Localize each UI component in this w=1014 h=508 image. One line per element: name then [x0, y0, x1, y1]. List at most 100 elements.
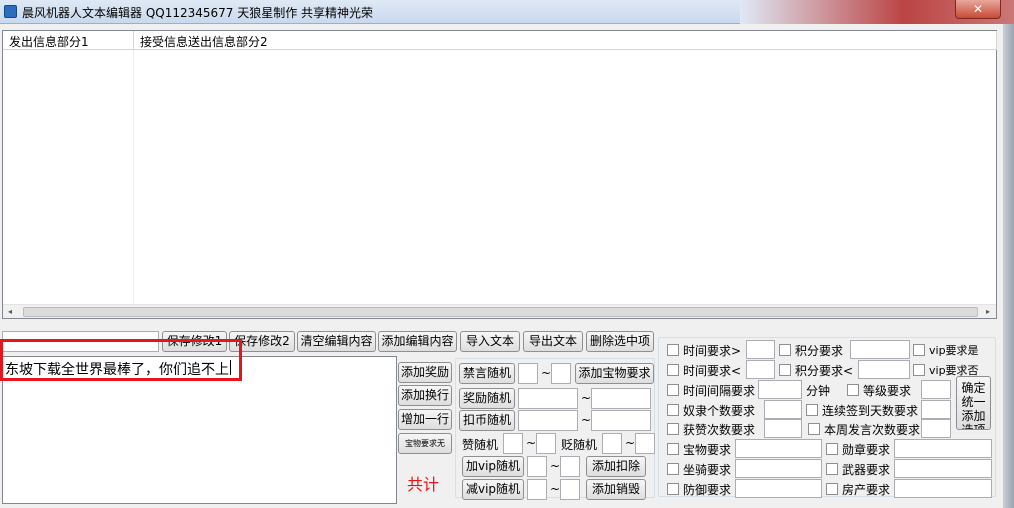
medal-input[interactable] [894, 439, 992, 458]
add-vip-max-input[interactable] [560, 456, 580, 477]
add-deduct-button[interactable]: 添加扣除 [586, 456, 646, 477]
window-title: 晨风机器人文本编辑器 QQ112345677 天狼星制作 共享精神光荣 [22, 6, 374, 20]
weapon-label: 武器要求 [842, 463, 891, 477]
minutes-label: 分钟 [806, 384, 831, 398]
close-button[interactable]: ✕ [955, 0, 1001, 19]
horizontal-scrollbar[interactable]: ◂ ▸ [3, 304, 996, 318]
points-req-checkbox[interactable] [779, 344, 791, 356]
week-posts-input[interactable] [921, 419, 951, 438]
add-line-button[interactable]: 增加一行 [398, 409, 452, 430]
reward-max-input[interactable] [591, 388, 651, 409]
add-content-button[interactable]: 添加编辑内容 [378, 331, 457, 352]
app-icon [4, 5, 17, 18]
message-list[interactable]: 发出信息部分1 接受信息送出信息部分2 ◂ ▸ [2, 30, 997, 319]
import-text-button[interactable]: 导入文本 [460, 331, 520, 352]
vip-yes-checkbox[interactable] [913, 344, 925, 356]
sub-vip-max-input[interactable] [560, 479, 580, 500]
deduct-min-input[interactable] [518, 410, 578, 431]
reward-min-input[interactable] [518, 388, 578, 409]
export-text-button[interactable]: 导出文本 [523, 331, 583, 352]
slave-count-label: 奴隶个数要求 [683, 404, 756, 418]
range-tilde: ~ [550, 459, 561, 473]
confirm-add-options-button[interactable]: 确定统一添加选项 [956, 376, 991, 430]
signin-days-label: 连续签到天数要求 [822, 404, 919, 418]
reward-random-button[interactable]: 奖励随机 [459, 388, 515, 409]
column-divider [996, 31, 997, 50]
defense-checkbox[interactable] [667, 483, 679, 495]
time-lt-checkbox[interactable] [667, 364, 679, 376]
treasure-input[interactable] [735, 439, 822, 458]
interval-label: 时间间隔要求 [683, 384, 756, 398]
column-header-receive[interactable]: 接受信息送出信息部分2 [140, 33, 268, 50]
signin-days-input[interactable] [921, 400, 951, 419]
time-gt-checkbox[interactable] [667, 344, 679, 356]
deduct-max-input[interactable] [591, 410, 651, 431]
sub-vip-min-input[interactable] [527, 479, 547, 500]
scroll-right-icon[interactable]: ▸ [981, 305, 995, 319]
points-req-label: 积分要求 [795, 344, 844, 358]
time-lt-input[interactable] [746, 360, 775, 379]
column-header-send[interactable]: 发出信息部分1 [9, 33, 89, 50]
range-tilde: ~ [581, 391, 592, 405]
week-posts-checkbox[interactable] [808, 423, 820, 435]
time-gt-label: 时间要求> [683, 344, 742, 358]
interval-checkbox[interactable] [667, 384, 679, 396]
sub-vip-random-button[interactable]: 减vip随机 [462, 479, 524, 500]
vip-no-checkbox[interactable] [913, 364, 925, 376]
property-checkbox[interactable] [826, 483, 838, 495]
slave-count-input[interactable] [764, 400, 802, 419]
time-gt-input[interactable] [746, 340, 775, 359]
signin-days-checkbox[interactable] [806, 404, 818, 416]
time-lt-label: 时间要求< [683, 364, 742, 378]
total-label: 共计 [407, 475, 440, 494]
add-newline-button[interactable]: 添加换行 [398, 385, 452, 406]
property-input[interactable] [894, 479, 992, 498]
defense-input[interactable] [735, 479, 822, 498]
range-tilde: ~ [581, 413, 592, 427]
points-lt-input[interactable] [858, 360, 910, 379]
clear-editor-button[interactable]: 清空编辑内容 [297, 331, 376, 352]
praise-min-input[interactable] [503, 433, 523, 454]
add-treasure-req-button[interactable]: 添加宝物要求 [575, 363, 654, 384]
mount-checkbox[interactable] [667, 463, 679, 475]
column-divider[interactable] [133, 31, 134, 50]
level-req-label: 等级要求 [863, 384, 912, 398]
level-req-checkbox[interactable] [847, 384, 859, 396]
weapon-checkbox[interactable] [826, 463, 838, 475]
vip-yes-label: vip要求是 [929, 344, 979, 357]
ban-min-input[interactable] [518, 363, 538, 384]
range-tilde: ~ [526, 436, 537, 450]
slave-count-checkbox[interactable] [667, 404, 679, 416]
treasure-none-button[interactable]: 宝物要求无 [398, 433, 452, 454]
scroll-left-icon[interactable]: ◂ [3, 305, 17, 319]
demote-max-input[interactable] [635, 433, 655, 454]
praise-max-input[interactable] [536, 433, 556, 454]
praise-random-label: 赞随机 [462, 438, 499, 452]
add-reward-button[interactable]: 添加奖励 [398, 362, 452, 383]
points-lt-checkbox[interactable] [779, 364, 791, 376]
property-label: 房产要求 [842, 483, 891, 497]
delete-selected-button[interactable]: 删除选中项 [586, 331, 654, 352]
mount-input[interactable] [735, 459, 822, 478]
ban-random-button[interactable]: 禁言随机 [459, 363, 515, 384]
add-destroy-button[interactable]: 添加销毁 [586, 479, 646, 500]
add-vip-random-button[interactable]: 加vip随机 [462, 456, 524, 477]
treasure-checkbox[interactable] [667, 443, 679, 455]
praise-count-checkbox[interactable] [667, 423, 679, 435]
ban-max-input[interactable] [551, 363, 571, 384]
deduct-coin-random-button[interactable]: 扣币随机 [459, 410, 515, 431]
interval-input[interactable] [758, 380, 802, 399]
grid-line [133, 50, 134, 305]
defense-label: 防御要求 [683, 483, 732, 497]
weapon-input[interactable] [894, 459, 992, 478]
add-vip-min-input[interactable] [527, 456, 547, 477]
praise-count-input[interactable] [764, 419, 802, 438]
medal-label: 勋章要求 [842, 443, 891, 457]
list-header: 发出信息部分1 接受信息送出信息部分2 [3, 31, 997, 50]
medal-checkbox[interactable] [826, 443, 838, 455]
points-req-input[interactable] [850, 340, 910, 359]
level-req-input[interactable] [921, 380, 951, 399]
scroll-thumb[interactable] [23, 307, 978, 317]
points-lt-label: 积分要求< [795, 364, 854, 378]
demote-min-input[interactable] [602, 433, 622, 454]
